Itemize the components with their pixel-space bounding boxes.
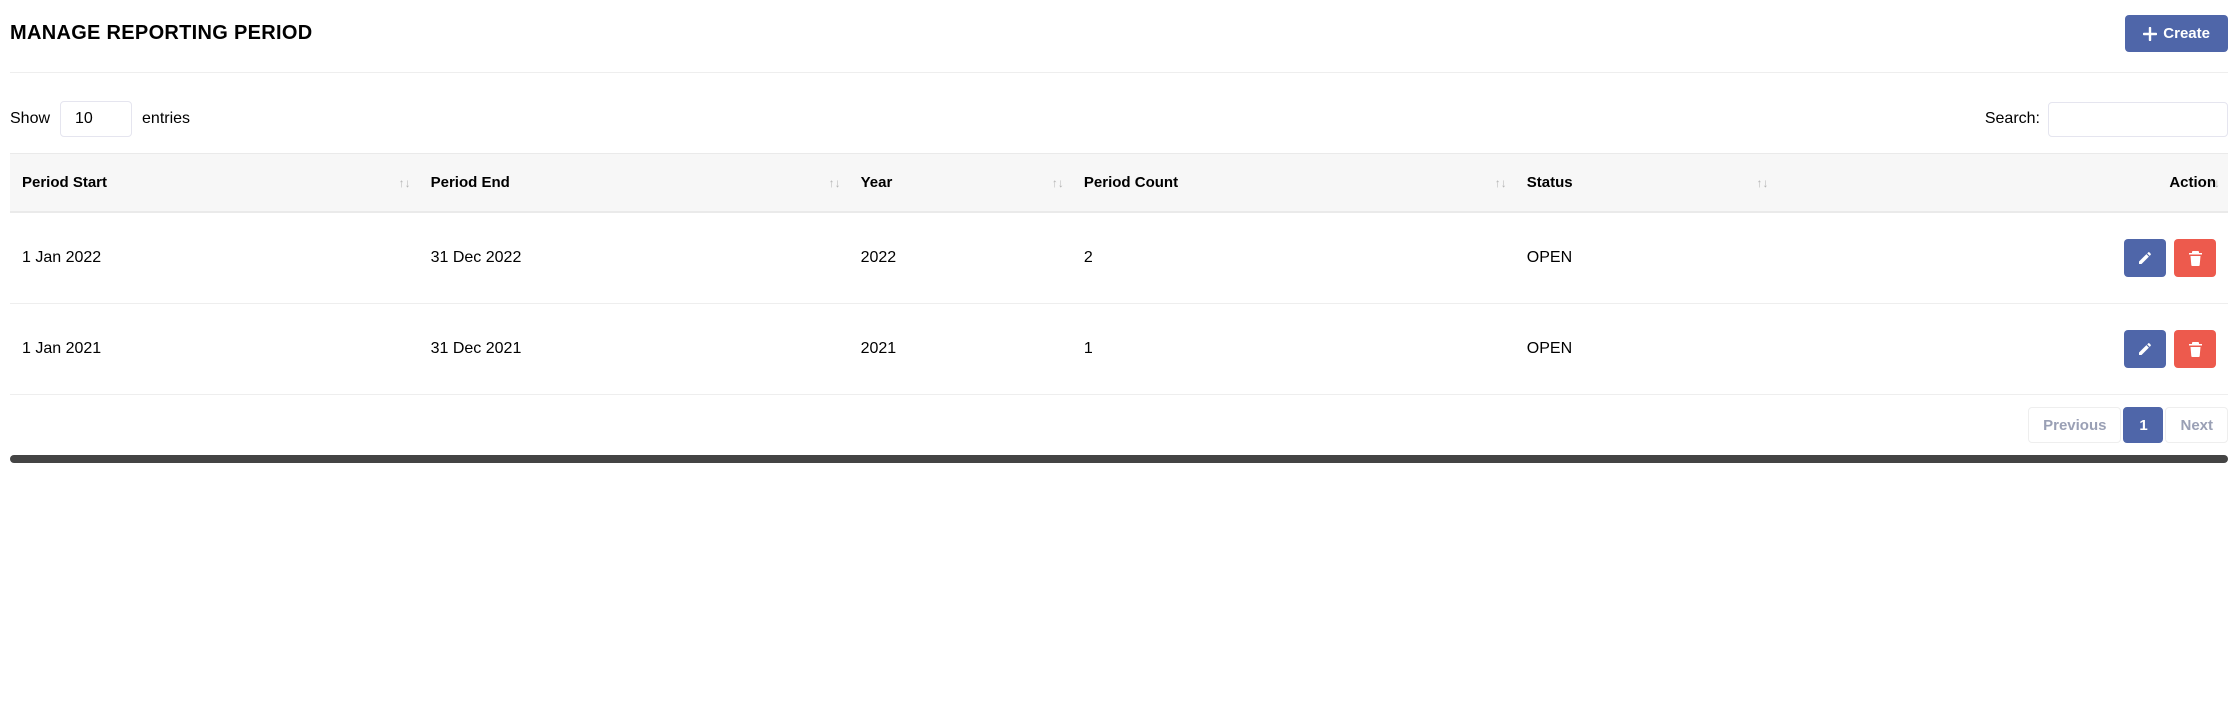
search-label: Search: — [1985, 110, 2040, 128]
edit-button[interactable] — [2124, 239, 2166, 277]
cell-year: 2022 — [849, 212, 1072, 304]
show-entries: Show entries — [10, 101, 190, 137]
col-action[interactable]: Action ↑↓ — [1777, 154, 2228, 213]
cell-period-start: 1 Jan 2022 — [10, 212, 419, 304]
create-button-label: Create — [2163, 25, 2210, 42]
sort-icon: ↑↓ — [829, 176, 841, 190]
edit-button[interactable] — [2124, 330, 2166, 368]
col-period-count-label: Period Count — [1084, 174, 1178, 191]
trash-icon — [2188, 250, 2203, 266]
entries-select[interactable] — [60, 101, 132, 137]
horizontal-scrollbar[interactable] — [10, 455, 2228, 463]
cell-status: OPEN — [1515, 304, 1777, 395]
table-row: 1 Jan 2021 31 Dec 2021 2021 1 OPEN — [10, 304, 2228, 395]
sort-icon: ↑↓ — [2208, 176, 2220, 190]
next-button[interactable]: Next — [2165, 407, 2228, 443]
create-button[interactable]: Create — [2125, 15, 2228, 52]
cell-action — [1777, 212, 2228, 304]
col-period-end-label: Period End — [431, 174, 510, 191]
sort-icon: ↑↓ — [1052, 176, 1064, 190]
col-year[interactable]: Year ↑↓ — [849, 154, 1072, 213]
cell-period-count: 2 — [1072, 212, 1515, 304]
col-year-label: Year — [861, 174, 893, 191]
search-input[interactable] — [2048, 102, 2228, 137]
sort-icon: ↑↓ — [1757, 176, 1769, 190]
delete-button[interactable] — [2174, 330, 2216, 368]
page-number-button[interactable]: 1 — [2123, 407, 2163, 443]
table-row: 1 Jan 2022 31 Dec 2022 2022 2 OPEN — [10, 212, 2228, 304]
cell-period-end: 31 Dec 2022 — [419, 212, 849, 304]
cell-period-start: 1 Jan 2021 — [10, 304, 419, 395]
page-header: MANAGE REPORTING PERIOD Create — [10, 15, 2228, 73]
col-period-end[interactable]: Period End ↑↓ — [419, 154, 849, 213]
plus-icon — [2143, 27, 2157, 41]
previous-button[interactable]: Previous — [2028, 407, 2121, 443]
cell-year: 2021 — [849, 304, 1072, 395]
trash-icon — [2188, 341, 2203, 357]
sort-icon: ↑↓ — [1495, 176, 1507, 190]
pencil-icon — [2137, 250, 2153, 266]
col-period-start-label: Period Start — [22, 174, 107, 191]
show-label: Show — [10, 110, 50, 128]
pencil-icon — [2137, 341, 2153, 357]
col-status[interactable]: Status ↑↓ — [1515, 154, 1777, 213]
reporting-period-table: Period Start ↑↓ Period End ↑↓ Year ↑↓ Pe… — [10, 153, 2228, 395]
cell-status: OPEN — [1515, 212, 1777, 304]
cell-period-end: 31 Dec 2021 — [419, 304, 849, 395]
pagination: Previous 1 Next — [10, 395, 2228, 449]
cell-action — [1777, 304, 2228, 395]
search-wrap: Search: — [1985, 102, 2228, 137]
page-title: MANAGE REPORTING PERIOD — [10, 22, 312, 45]
entries-label: entries — [142, 110, 190, 128]
table-controls: Show entries Search: — [10, 73, 2228, 153]
sort-icon: ↑↓ — [399, 176, 411, 190]
col-period-count[interactable]: Period Count ↑↓ — [1072, 154, 1515, 213]
col-period-start[interactable]: Period Start ↑↓ — [10, 154, 419, 213]
col-status-label: Status — [1527, 174, 1573, 191]
delete-button[interactable] — [2174, 239, 2216, 277]
table-header-row: Period Start ↑↓ Period End ↑↓ Year ↑↓ Pe… — [10, 154, 2228, 213]
cell-period-count: 1 — [1072, 304, 1515, 395]
